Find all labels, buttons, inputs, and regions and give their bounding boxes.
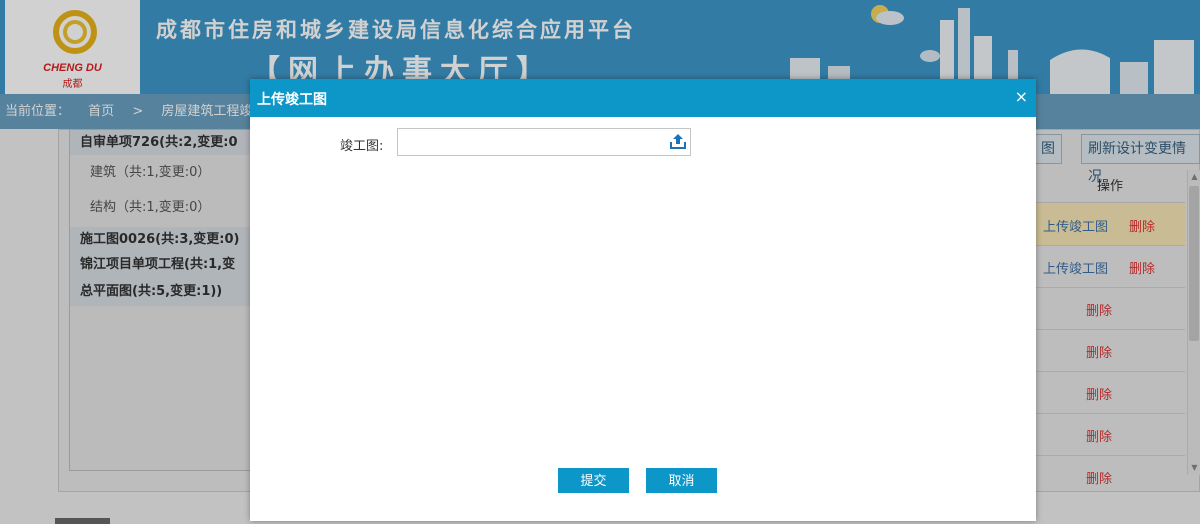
dialog-title: 上传竣工图 (257, 92, 327, 108)
upload-drawing-dialog: 上传竣工图 × 竣工图: 提交 取消 (250, 79, 1036, 521)
dialog-header: 上传竣工图 × (250, 79, 1036, 117)
close-icon[interactable]: × (1015, 87, 1028, 106)
submit-button[interactable]: 提交 (558, 468, 629, 493)
bottom-tab-indicator (55, 518, 110, 524)
drawing-field-label: 竣工图: (340, 139, 384, 154)
cancel-button[interactable]: 取消 (646, 468, 717, 493)
upload-icon[interactable] (669, 133, 687, 150)
drawing-file-input[interactable] (397, 128, 691, 156)
